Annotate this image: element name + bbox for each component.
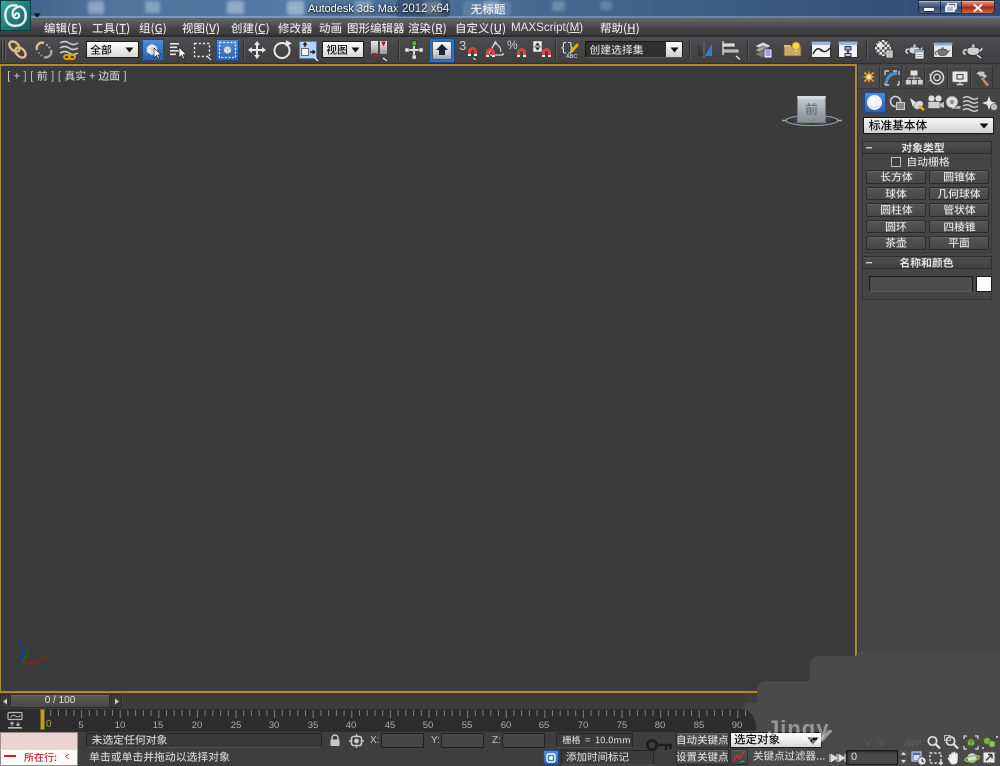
svg-text:ABC: ABC <box>566 54 577 60</box>
svg-text:3: 3 <box>459 38 466 53</box>
svg-text:z: z <box>19 636 23 646</box>
svg-text:15: 15 <box>153 720 164 731</box>
svg-text:20: 20 <box>192 720 203 731</box>
svg-text:65: 65 <box>539 720 550 731</box>
svg-text:75: 75 <box>617 720 628 731</box>
svg-text:x: x <box>42 653 47 663</box>
svg-text:35: 35 <box>308 720 319 731</box>
svg-text:50: 50 <box>423 720 434 731</box>
svg-text:%: % <box>507 38 518 52</box>
svg-text:90: 90 <box>732 720 743 731</box>
svg-text:30: 30 <box>269 720 280 731</box>
svg-text:45: 45 <box>385 720 396 731</box>
svg-text:5: 5 <box>78 720 83 731</box>
svg-text:80: 80 <box>655 720 666 731</box>
svg-text:y: y <box>25 647 30 657</box>
svg-text:85: 85 <box>694 720 705 731</box>
svg-text:60: 60 <box>501 720 512 731</box>
svg-text:10: 10 <box>115 720 126 731</box>
svg-text:{}: {} <box>560 41 574 55</box>
svg-text:40: 40 <box>346 720 357 731</box>
svg-text:25: 25 <box>231 720 242 731</box>
svg-text:70: 70 <box>578 720 589 731</box>
svg-text:55: 55 <box>462 720 473 731</box>
